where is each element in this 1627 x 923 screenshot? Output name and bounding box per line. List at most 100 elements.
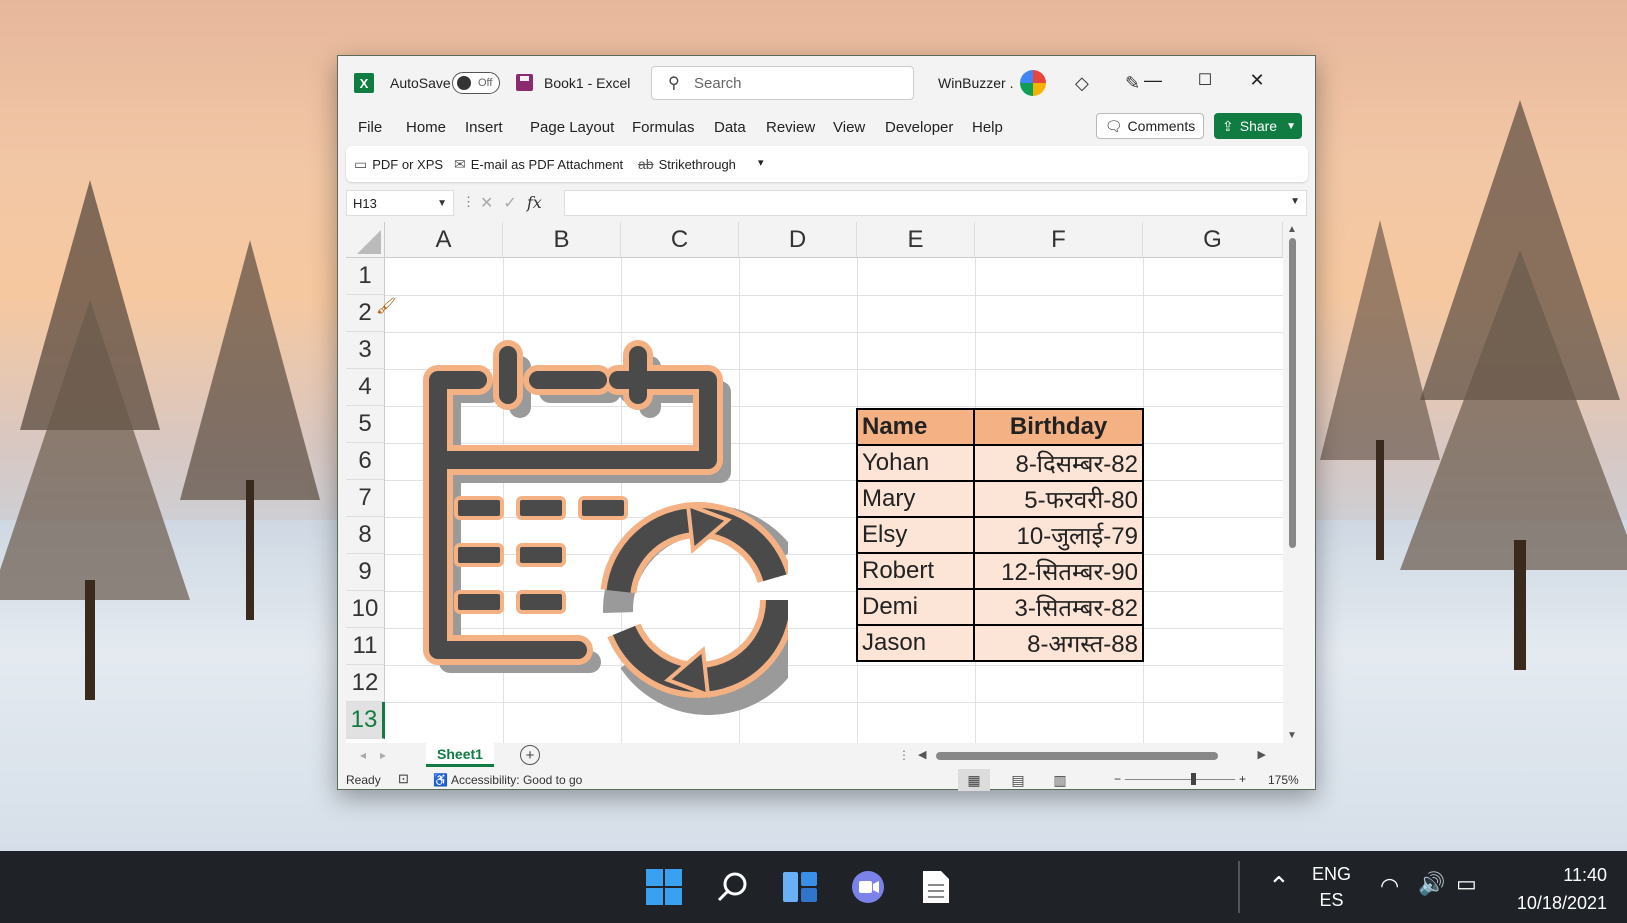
battery-icon[interactable]: ▭: [1456, 871, 1477, 897]
header-birthday[interactable]: Birthday: [973, 408, 1144, 446]
scroll-left-icon[interactable]: ◀: [918, 748, 926, 761]
cell-birthday[interactable]: 8-अगस्त-88: [973, 624, 1144, 662]
menu-review[interactable]: Review: [766, 119, 815, 136]
row-header-10[interactable]: 10: [346, 591, 385, 628]
menu-formulas[interactable]: Formulas: [632, 119, 695, 136]
row-header-1[interactable]: 1: [346, 258, 385, 295]
cell-birthday[interactable]: 10-जुलाई-79: [973, 516, 1144, 554]
row-header-11[interactable]: 11: [346, 628, 385, 665]
zoom-in-icon[interactable]: +: [1239, 772, 1246, 786]
column-header-c[interactable]: C: [621, 222, 739, 258]
column-header-g[interactable]: G: [1143, 222, 1283, 258]
search-icon[interactable]: [710, 865, 754, 909]
cell-name[interactable]: Mary: [855, 480, 976, 518]
pdf-xps-button[interactable]: ▭ PDF or XPS: [354, 156, 443, 173]
paint-brush-icon[interactable]: 🖌: [376, 296, 396, 316]
column-header-e[interactable]: E: [857, 222, 975, 258]
sheet-nav-arrows-icon[interactable]: ◂▸: [360, 748, 400, 762]
comments-button[interactable]: 🗨 Comments: [1096, 113, 1204, 139]
chevron-down-icon[interactable]: ▼: [437, 198, 447, 209]
minimize-icon[interactable]: —: [1138, 70, 1168, 91]
scroll-right-icon[interactable]: ▶: [1258, 748, 1266, 761]
horizontal-scroll-thumb[interactable]: [936, 752, 1218, 760]
header-name[interactable]: Name: [855, 408, 976, 446]
column-header-f[interactable]: F: [975, 222, 1143, 258]
column-header-b[interactable]: B: [503, 222, 621, 258]
cell-name[interactable]: Yohan: [855, 444, 976, 482]
cell-name[interactable]: Demi: [855, 588, 976, 626]
zoom-slider[interactable]: − +: [1114, 772, 1246, 786]
premium-diamond-icon[interactable]: ◇: [1075, 73, 1089, 94]
maximize-icon[interactable]: ☐: [1190, 70, 1220, 90]
widgets-icon[interactable]: [778, 865, 822, 909]
row-header-12[interactable]: 12: [346, 665, 385, 702]
accessibility-status[interactable]: ♿ Accessibility: Good to go: [433, 773, 582, 787]
add-sheet-icon[interactable]: +: [520, 745, 540, 765]
wifi-icon[interactable]: ◠: [1380, 873, 1399, 899]
menu-file[interactable]: File: [358, 119, 382, 136]
start-icon[interactable]: [642, 865, 686, 909]
page-break-view-icon[interactable]: ▥: [1044, 769, 1076, 791]
name-box[interactable]: H13 ▼: [346, 190, 454, 216]
cell-birthday[interactable]: 5-फरवरी-80: [973, 480, 1144, 518]
language-indicator[interactable]: ENG ES: [1312, 861, 1351, 913]
cell-birthday[interactable]: 8-दिसम्बर-82: [973, 444, 1144, 482]
page-layout-view-icon[interactable]: ▤: [1002, 769, 1034, 791]
search-box[interactable]: ⚲ Search: [651, 66, 914, 100]
insert-function-icon[interactable]: fx: [527, 193, 542, 213]
menu-view[interactable]: View: [833, 119, 865, 136]
row-header-4[interactable]: 4: [346, 369, 385, 406]
notepad-icon[interactable]: [914, 865, 958, 909]
strikethrough-button[interactable]: ab Strikethrough: [638, 156, 736, 172]
row-header-6[interactable]: 6: [346, 443, 385, 480]
formula-input[interactable]: ▼: [564, 190, 1307, 216]
menu-page-layout[interactable]: Page Layout: [530, 119, 614, 136]
cell-name[interactable]: Elsy: [855, 516, 976, 554]
menu-home[interactable]: Home: [406, 119, 446, 136]
menu-data[interactable]: Data: [714, 119, 746, 136]
zoom-knob[interactable]: [1191, 772, 1197, 785]
row-header-7[interactable]: 7: [346, 480, 385, 517]
column-header-d[interactable]: D: [739, 222, 857, 258]
column-header-a[interactable]: A: [385, 222, 503, 258]
zoom-level[interactable]: 175%: [1268, 773, 1299, 787]
normal-view-icon[interactable]: ▦: [958, 769, 990, 791]
spreadsheet-grid[interactable]: A B C D E F G 1 2 3 4 5 6 7 8 9 10 11 12…: [346, 222, 1301, 743]
select-all-corner[interactable]: [346, 222, 385, 258]
enter-icon[interactable]: ✓: [503, 193, 516, 213]
row-header-5[interactable]: 5: [346, 406, 385, 443]
scroll-down-icon[interactable]: ▼: [1287, 730, 1297, 741]
avatar[interactable]: [1020, 70, 1046, 96]
chevron-down-icon[interactable]: ▼: [1286, 121, 1296, 132]
scroll-up-icon[interactable]: ▲: [1287, 224, 1297, 235]
vertical-scrollbar[interactable]: ▲ ▼: [1283, 222, 1301, 743]
customize-toolbar-icon[interactable]: ▾: [758, 156, 764, 169]
zoom-track[interactable]: [1125, 772, 1236, 785]
row-header-8[interactable]: 8: [346, 517, 385, 554]
email-pdf-button[interactable]: ✉ E-mail as PDF Attachment: [454, 156, 623, 173]
chevron-up-icon[interactable]: ⌃: [1268, 871, 1290, 902]
share-button[interactable]: ⇪ Share ▼: [1214, 113, 1302, 139]
macro-record-icon[interactable]: ⊡: [398, 771, 409, 787]
user-name[interactable]: WinBuzzer .: [938, 75, 1013, 91]
row-header-3[interactable]: 3: [346, 332, 385, 369]
clock[interactable]: 11:40 10/18/2021: [1517, 861, 1607, 917]
cell-name[interactable]: Jason: [855, 624, 976, 662]
menu-developer[interactable]: Developer: [885, 119, 953, 136]
row-header-13[interactable]: 13: [346, 702, 385, 739]
cell-name[interactable]: Robert: [855, 552, 976, 590]
close-icon[interactable]: ✕: [1242, 70, 1272, 91]
horizontal-scrollbar[interactable]: ◀ ▶: [914, 748, 1266, 764]
zoom-out-icon[interactable]: −: [1114, 772, 1121, 786]
menu-help[interactable]: Help: [972, 119, 1003, 136]
row-header-9[interactable]: 9: [346, 554, 385, 591]
autosave-toggle[interactable]: Off: [452, 72, 500, 94]
splitter-icon[interactable]: ⋮: [898, 748, 910, 762]
cancel-icon[interactable]: ✕: [480, 193, 493, 213]
vertical-scroll-thumb[interactable]: [1289, 238, 1296, 548]
chat-icon[interactable]: [846, 865, 890, 909]
volume-icon[interactable]: 🔊: [1418, 871, 1445, 897]
cell-birthday[interactable]: 3-सितम्बर-82: [973, 588, 1144, 626]
cell-birthday[interactable]: 12-सितम्बर-90: [973, 552, 1144, 590]
menu-insert[interactable]: Insert: [465, 119, 503, 136]
